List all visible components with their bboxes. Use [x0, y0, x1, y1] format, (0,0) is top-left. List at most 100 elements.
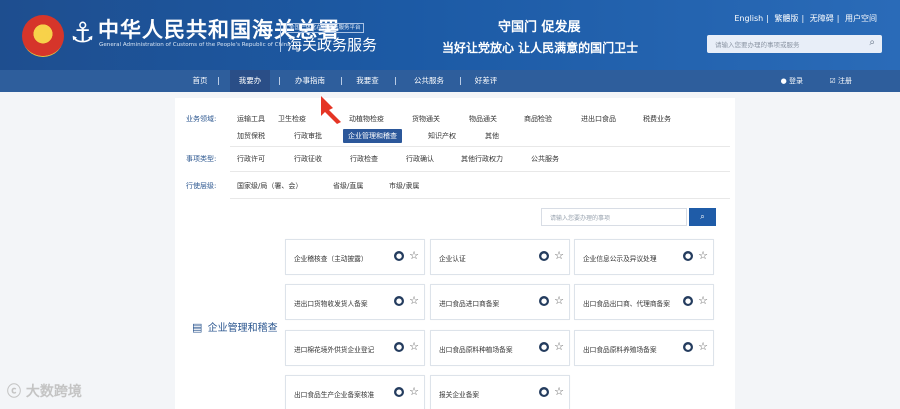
filter-tax-fee[interactable]: 税费业务 [643, 114, 671, 124]
service-card-cotton-supplier-registration[interactable]: 进口棉花境外供货企业登记 ● ☆ [285, 330, 425, 366]
item-search-input[interactable]: 请输入您要办理的事项 [541, 208, 687, 226]
nav-query[interactable]: 我要查 [351, 70, 384, 92]
portal-title: 海关政务服务 [287, 36, 378, 54]
star-icon[interactable]: ☆ [409, 249, 419, 262]
filter-health-quarantine[interactable]: 卫生检疫 [278, 114, 306, 124]
nav-home[interactable]: 首页 [181, 70, 219, 92]
filter-national-level[interactable]: 国家级/局（署、会） [237, 181, 302, 191]
item-search-button[interactable]: ⌕ [689, 208, 716, 226]
star-icon[interactable]: ☆ [554, 294, 564, 307]
filter-public-service[interactable]: 公共服务 [531, 154, 559, 164]
register-icon: ☑ [829, 77, 836, 85]
compass-icon[interactable]: ● [683, 251, 693, 261]
service-card-information-disclosure[interactable]: 企业信息公示及异议处理 ● ☆ [574, 239, 714, 275]
filter-import-export-food[interactable]: 进出口食品 [581, 114, 616, 124]
header-divider [280, 22, 281, 52]
item-search-placeholder: 请输入您要办理的事项 [550, 215, 611, 222]
compass-icon[interactable]: ● [394, 251, 404, 261]
star-icon[interactable]: ☆ [409, 294, 419, 307]
compass-icon[interactable]: ● [394, 342, 404, 352]
filter-goods-clearance[interactable]: 货物通关 [412, 114, 440, 124]
top-search-box[interactable]: 请输入您要办理的事项或服务 ⌕ [707, 35, 882, 53]
document-icon: ▤ [192, 321, 203, 334]
compass-icon[interactable]: ● [539, 342, 549, 352]
service-card-food-importer-filing[interactable]: 进口食品进口商备案 ● ☆ [430, 284, 570, 320]
link-english[interactable]: English [734, 14, 763, 23]
search-icon[interactable]: ⌕ [869, 37, 875, 48]
compass-icon[interactable]: ● [683, 296, 693, 306]
star-icon[interactable]: ☆ [554, 340, 564, 353]
user-icon: ● [780, 77, 787, 85]
filter-other-administrative-power[interactable]: 其他行政权力 [461, 154, 503, 164]
portal-small-label: 全国一体化在线政务服务平台 [286, 23, 364, 33]
filter-divider [230, 198, 730, 199]
compass-icon[interactable]: ● [539, 296, 549, 306]
link-accessibility[interactable]: 无障碍 [810, 14, 834, 23]
category-label: ▤ 企业管理和稽查 [192, 321, 278, 334]
star-icon[interactable]: ☆ [698, 294, 708, 307]
filter-administrative-inspection[interactable]: 行政检查 [350, 154, 378, 164]
header: ★ ⚓ 中华人民共和国海关总署 General Administration o… [0, 0, 900, 70]
filter-transport-tools[interactable]: 运输工具 [237, 114, 265, 124]
compass-icon[interactable]: ● [539, 387, 549, 397]
service-card-enterprise-audit[interactable]: 企业稽核查（主动披露） ● ☆ [285, 239, 425, 275]
watermark-logo-icon: ⓒ [7, 384, 21, 400]
compass-icon[interactable]: ● [539, 251, 549, 261]
slogan-line-1: 守国门 促发展 [498, 20, 581, 35]
nav-separator [460, 77, 461, 85]
star-icon[interactable]: ☆ [554, 249, 564, 262]
business-label: 业务领域: [186, 115, 217, 123]
level-label: 行使层级: [186, 182, 217, 190]
nav-separator [218, 77, 219, 85]
filter-articles-clearance[interactable]: 物品通关 [469, 114, 497, 124]
service-card-enterprise-certification[interactable]: 企业认证 ● ☆ [430, 239, 570, 275]
star-icon[interactable]: ☆ [698, 249, 708, 262]
collapse-chevron-icon[interactable]: ⌃ [535, 115, 543, 125]
nav-guide[interactable]: 办事指南 [290, 70, 330, 92]
filter-processing-bonded[interactable]: 加贸保税 [237, 131, 265, 141]
login-link[interactable]: ● 登录 [781, 70, 803, 92]
filter-animal-plant-quarantine[interactable]: 动植物检疫 [349, 114, 384, 124]
nav-separator [279, 77, 280, 85]
star-icon[interactable]: ☆ [409, 385, 419, 398]
star-icon[interactable]: ☆ [409, 340, 419, 353]
compass-icon[interactable]: ● [683, 342, 693, 352]
nav-evaluation[interactable]: 好差评 [470, 70, 502, 92]
star-icon[interactable]: ☆ [698, 340, 708, 353]
top-search-placeholder: 请输入您要办理的事项或服务 [715, 41, 800, 49]
filter-administrative-levy[interactable]: 行政征收 [294, 154, 322, 164]
type-label: 事项类型: [186, 155, 217, 163]
filter-administrative-approval[interactable]: 行政审批 [294, 131, 322, 141]
nav-separator [341, 77, 342, 85]
service-card-food-producer-approval[interactable]: 出口食品生产企业备案核准 ● ☆ [285, 375, 425, 409]
nav-i-want-to-do[interactable]: 我要办 [230, 70, 270, 92]
slogan-line-2: 当好让党放心 让人民满意的国门卫士 [442, 41, 639, 55]
filter-intellectual-property[interactable]: 知识产权 [428, 131, 456, 141]
register-link[interactable]: ☑ 注册 [829, 70, 852, 92]
filter-enterprise-management[interactable]: 企业管理和稽查 [343, 129, 402, 143]
main-nav: 首页 我要办 办事指南 我要查 公共服务 好差评 ● 登录 ☑ 注册 [0, 70, 900, 92]
top-links: English | 繁體版 | 无障碍 | 用户空间 [734, 14, 877, 23]
filter-other[interactable]: 其他 [485, 131, 499, 141]
compass-icon[interactable]: ● [394, 296, 404, 306]
filter-municipal-level[interactable]: 市级/隶属 [389, 181, 419, 191]
compass-icon[interactable]: ● [394, 387, 404, 397]
filter-administrative-confirmation[interactable]: 行政确认 [406, 154, 434, 164]
national-emblem-icon: ★ [22, 15, 64, 57]
nav-separator [395, 77, 396, 85]
service-card-consignee-filing[interactable]: 进出口货物收发货人备案 ● ☆ [285, 284, 425, 320]
filter-divider [230, 171, 730, 172]
service-card-breeding-site-filing[interactable]: 出口食品原料养殖场备案 ● ☆ [574, 330, 714, 366]
nav-public-services[interactable]: 公共服务 [408, 70, 450, 92]
link-user-space[interactable]: 用户空间 [845, 14, 877, 23]
filter-provincial-level[interactable]: 省级/直属 [333, 181, 363, 191]
link-traditional[interactable]: 繁體版 [775, 14, 799, 23]
watermark: ⓒ 大数跨境 [7, 384, 82, 400]
service-card-planting-site-filing[interactable]: 出口食品原料种植场备案 ● ☆ [430, 330, 570, 366]
service-card-customs-broker-filing[interactable]: 报关企业备案 ● ☆ [430, 375, 570, 409]
filter-divider [230, 146, 730, 147]
service-card-food-exporter-filing[interactable]: 出口食品出口商、代理商备案 ● ☆ [574, 284, 714, 320]
brand-english: General Administration of Customs of the… [99, 42, 291, 48]
filter-administrative-license[interactable]: 行政许可 [237, 154, 265, 164]
star-icon[interactable]: ☆ [554, 385, 564, 398]
